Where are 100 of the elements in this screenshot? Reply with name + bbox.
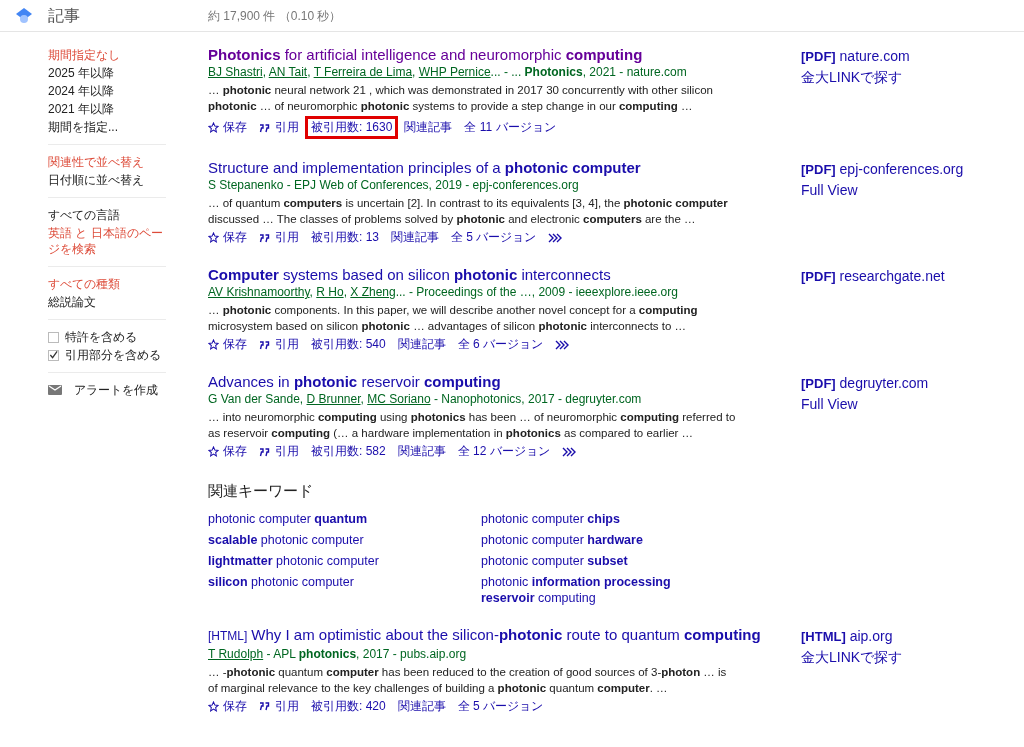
- quote-icon: [259, 701, 271, 711]
- format-label: [PDF]: [801, 162, 836, 177]
- related-search-link[interactable]: scalable photonic computer: [208, 531, 481, 548]
- versions-link[interactable]: 全 5 バージョン: [457, 697, 544, 715]
- cited-by-link[interactable]: 被引用数: 13: [311, 229, 379, 246]
- library-link[interactable]: Full View: [801, 180, 964, 200]
- byline: T Rudolph - APL photonics, 2017 - pubs.aip.org: [208, 645, 468, 663]
- result-snippet: … photonic neural network 21 , which was demonstrated in 2017 30 concurrently with other silicon photonic … of neuromorphic photonic systems to provide a step change in our computing …: [208, 83, 714, 114]
- filter-link[interactable]: 英語 と 日本語のページを検索: [48, 224, 166, 258]
- result-title-link[interactable]: Structure and implementation principles of a photonic computer: [208, 159, 788, 176]
- related-search-link[interactable]: photonic computer chips: [481, 510, 718, 527]
- related-articles-link[interactable]: 関連記事: [397, 697, 446, 715]
- cited-by-link[interactable]: 被引用数: 420: [311, 697, 386, 715]
- cite-link[interactable]: 引用: [259, 697, 299, 715]
- quote-icon: [259, 232, 271, 243]
- byline: AV Krishnamoorthy, R Ho, X Zheng... - Proceedings of the …, 2009 - ieeexplore.ieee.org: [208, 284, 679, 301]
- author-link[interactable]: R Ho: [316, 285, 344, 299]
- format-label: [PDF]: [801, 49, 836, 64]
- library-link[interactable]: Full View: [801, 394, 929, 414]
- result-title-link[interactable]: [HTML] Why I am optimistic about the silicon-photonic route to quantum computing: [208, 625, 788, 645]
- filter-link[interactable]: 総説論文: [48, 293, 166, 311]
- more-icon[interactable]: [561, 446, 576, 457]
- cited-by-link[interactable]: 被引用数: 582: [311, 443, 386, 460]
- cite-link[interactable]: 引用: [259, 229, 299, 246]
- author-link[interactable]: D Brunner: [306, 392, 361, 406]
- filter-link[interactable]: すべての種類: [48, 275, 166, 293]
- star-icon: [208, 122, 219, 133]
- checkbox[interactable]: [48, 349, 59, 361]
- author-link[interactable]: MC Soriano: [367, 392, 431, 406]
- page-title: 記事: [48, 5, 81, 26]
- quote-icon: [259, 339, 271, 350]
- library-link[interactable]: 金大LINKで探す: [801, 67, 910, 87]
- result-title-link[interactable]: Advances in photonic reservoir computing: [208, 373, 788, 390]
- related-search-link[interactable]: photonic computer quantum: [208, 510, 481, 527]
- filter-link[interactable]: 2025 年以降: [48, 64, 166, 82]
- quote-icon: [259, 446, 271, 457]
- star-icon: [208, 232, 219, 243]
- checkbox-label: 引用部分を含める: [65, 347, 161, 364]
- save-link[interactable]: 保存: [208, 443, 247, 460]
- versions-link[interactable]: 全 5 バージョン: [451, 229, 537, 246]
- filter-link[interactable]: 2021 年以降: [48, 100, 166, 118]
- author-link[interactable]: T Rudolph: [208, 646, 264, 661]
- save-link[interactable]: 保存: [208, 119, 247, 136]
- checkbox[interactable]: [48, 331, 59, 343]
- save-link[interactable]: 保存: [208, 229, 247, 246]
- filter-link[interactable]: 関連性で並べ替え: [48, 153, 166, 171]
- cited-by-link[interactable]: 被引用数: 1630: [305, 116, 399, 139]
- related-articles-link[interactable]: 関連記事: [397, 443, 446, 460]
- library-link[interactable]: 金大LINKで探す: [801, 646, 903, 667]
- star-icon: [208, 446, 219, 457]
- filter-link[interactable]: 期間指定なし: [48, 46, 166, 64]
- byline: G Van der Sande, D Brunner, MC Soriano - Nanophotonics, 2017 - degruyter.com: [208, 391, 643, 408]
- author-link[interactable]: AV Krishnamoorthy: [208, 285, 310, 299]
- related-search-link[interactable]: lightmatter photonic computer: [208, 552, 481, 569]
- format-label: [HTML]: [801, 628, 846, 644]
- versions-link[interactable]: 全 6 バージョン: [457, 336, 544, 353]
- filter-link[interactable]: すべての言語: [48, 206, 166, 224]
- fulltext-link[interactable]: epj-conferences.org: [839, 161, 964, 177]
- byline: BJ Shastri, AN Tait, T Ferreira de Lima, WHP Pernice... - ... Photonics, 2021 - nature.com: [208, 64, 688, 81]
- quote-icon: [259, 122, 271, 133]
- related-search-link[interactable]: photonic computer hardware: [481, 531, 718, 548]
- star-icon: [208, 339, 219, 350]
- cite-link[interactable]: 引用: [259, 119, 299, 136]
- create-alert-link[interactable]: アラートを作成: [48, 381, 166, 399]
- fulltext-link[interactable]: degruyter.com: [839, 375, 929, 391]
- related-search-link[interactable]: photonic information processing reservoir computing: [481, 573, 718, 606]
- versions-link[interactable]: 全 11 バージョン: [464, 119, 556, 136]
- result-snippet: … into neuromorphic computing using photonics has been … of neuromorphic computing referred to as reservoir computing (… a hardware implementation in photonics as compared to earlier …: [208, 410, 737, 441]
- related-search-link[interactable]: silicon photonic computer: [208, 573, 481, 606]
- fulltext-link[interactable]: aip.org: [849, 627, 893, 644]
- author-link[interactable]: WHP Pernice: [418, 65, 491, 79]
- result-snippet: … photonic components. In this paper, we will describe another novel concept for a computing microsystem based on silicon photonic … advantages of silicon photonic interconnects to …: [208, 303, 699, 334]
- related-search-link[interactable]: photonic computer subset: [481, 552, 718, 569]
- cite-link[interactable]: 引用: [259, 336, 299, 353]
- author-link[interactable]: BJ Shastri: [208, 65, 263, 79]
- more-icon[interactable]: [548, 232, 563, 243]
- filter-link[interactable]: 期間を指定...: [48, 118, 166, 136]
- filter-link[interactable]: 日付順に並べ替え: [48, 171, 166, 189]
- scholar-logo-icon: [15, 6, 33, 25]
- author-link[interactable]: X Zheng: [350, 285, 396, 299]
- related-articles-link[interactable]: 関連記事: [391, 229, 439, 246]
- filter-link[interactable]: 2024 年以降: [48, 82, 166, 100]
- result-snippet: … of quantum computers is uncertain [2]. In contrast to its equivalents [3, 4], the photonic computer discussed … The classes of problems solved by photonic and electronic computers are the …: [208, 196, 729, 227]
- checkbox-label: 特許を含める: [65, 329, 137, 346]
- result-stats: 約 17,900 件 （0.10 秒）: [208, 7, 342, 25]
- related-articles-link[interactable]: 関連記事: [397, 336, 446, 353]
- cited-by-link[interactable]: 被引用数: 540: [311, 336, 386, 353]
- save-link[interactable]: 保存: [208, 336, 247, 353]
- section-heading: 関連キーワード: [208, 481, 314, 501]
- cite-link[interactable]: 引用: [259, 443, 299, 460]
- fulltext-link[interactable]: researchgate.net: [839, 268, 945, 284]
- related-articles-link[interactable]: 関連記事: [404, 119, 453, 136]
- star-icon: [208, 700, 219, 712]
- format-label: [PDF]: [801, 376, 836, 391]
- versions-link[interactable]: 全 12 バージョン: [457, 443, 550, 460]
- result-title-link[interactable]: Computer systems based on silicon photonic interconnects: [208, 266, 788, 283]
- save-link[interactable]: 保存: [208, 697, 247, 715]
- result-title-link[interactable]: Photonics for artificial intelligence and neuromorphic computing: [208, 46, 788, 63]
- fulltext-link[interactable]: nature.com: [839, 48, 910, 64]
- more-icon[interactable]: [555, 339, 570, 350]
